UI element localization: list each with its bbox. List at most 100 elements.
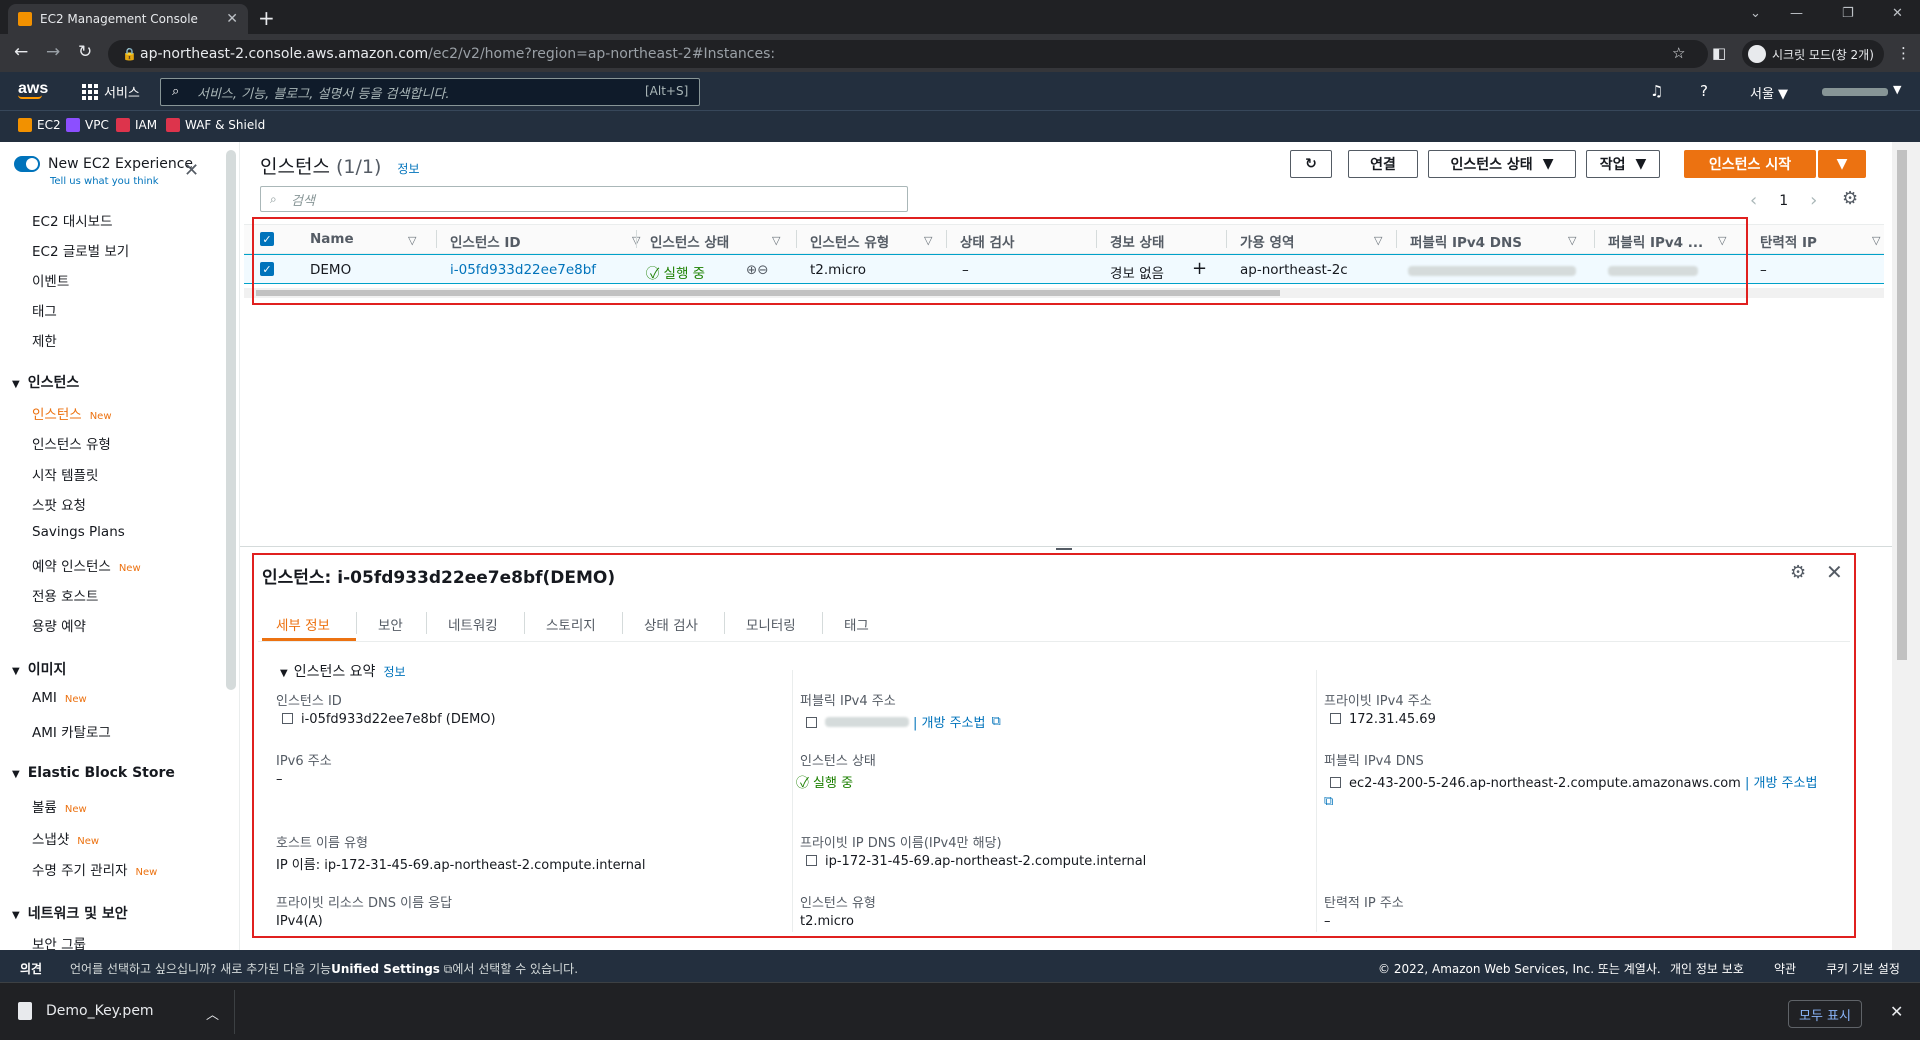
favorite-2[interactable]: IAM: [116, 118, 157, 132]
downloads-close-icon[interactable]: ✕: [1890, 1002, 1903, 1021]
browser-menu-icon[interactable]: ⋮: [1896, 44, 1911, 62]
sidebar-item[interactable]: 전용 호스트: [32, 585, 98, 605]
sidebar-item[interactable]: Savings Plans: [32, 524, 125, 540]
new-experience-label: New EC2 Experience: [48, 156, 194, 172]
column-header[interactable]: 탄력적 IP: [1760, 231, 1817, 251]
close-tab-icon[interactable]: ✕: [226, 11, 238, 27]
url-host: ap-northeast-2.console.aws.amazon.com: [140, 46, 429, 62]
sidebar-item[interactable]: 인스턴스 유형: [32, 433, 111, 453]
services-menu-button[interactable]: 서비스: [82, 82, 140, 101]
sidebar-item-label: 스팟 요청: [32, 497, 86, 514]
forward-icon[interactable]: →: [46, 42, 60, 62]
sort-caret-icon[interactable]: ▽: [1872, 234, 1880, 247]
main-scrollbar-thumb[interactable]: [1897, 150, 1907, 660]
sidebar-item[interactable]: 스팟 요청: [32, 494, 86, 514]
incognito-badge[interactable]: 시크릿 모드(창 2개): [1742, 40, 1884, 68]
url-bar[interactable]: ap-northeast-2.console.aws.amazon.com/ec…: [108, 40, 1708, 68]
sidebar-item[interactable]: 제한: [32, 330, 57, 350]
cookie-preferences-link[interactable]: 쿠키 기본 설정: [1826, 960, 1900, 977]
sidebar-item[interactable]: AMI 카탈로그: [32, 721, 111, 741]
terms-link[interactable]: 약관: [1774, 960, 1796, 977]
minimize-icon[interactable]: —: [1790, 6, 1803, 21]
sidebar-item[interactable]: 태그: [32, 300, 57, 320]
connect-button[interactable]: 연결: [1348, 150, 1418, 178]
bookmark-star-icon[interactable]: ☆: [1672, 44, 1685, 62]
feedback-button[interactable]: 의견: [20, 960, 42, 977]
sidebar-section-ebs[interactable]: ▼ Elastic Block Store: [12, 765, 175, 781]
privacy-link[interactable]: 개인 정보 보호: [1670, 960, 1744, 977]
chevron-down-icon[interactable]: ▼: [1893, 83, 1901, 96]
sidebar-item[interactable]: EC2 글로벌 보기: [32, 240, 129, 260]
service-icon: [66, 118, 80, 132]
caret-down-icon: ▼: [1635, 156, 1647, 172]
file-icon: [18, 1002, 32, 1020]
next-page-icon[interactable]: ›: [1810, 190, 1817, 211]
incognito-icon: [1748, 45, 1766, 63]
prev-page-icon[interactable]: ‹: [1750, 190, 1757, 211]
sidebar-scrollbar[interactable]: [226, 150, 236, 690]
side-panel-icon[interactable]: ◧: [1712, 44, 1726, 62]
sidebar-item-label: 스냅샷: [32, 831, 70, 848]
current-page[interactable]: 1: [1779, 193, 1788, 209]
lock-icon[interactable]: 🔒: [122, 47, 137, 61]
new-badge: New: [64, 694, 87, 705]
restore-icon[interactable]: ❐: [1842, 6, 1854, 21]
window-close-icon[interactable]: ✕: [1892, 6, 1903, 21]
feedback-link[interactable]: Tell us what you think: [50, 176, 159, 187]
notifications-bell-icon[interactable]: ♫: [1650, 82, 1663, 100]
show-all-downloads-button[interactable]: 모두 표시: [1788, 1000, 1862, 1028]
sidebar-section-network[interactable]: ▼ 네트워크 및 보안: [12, 903, 128, 923]
region-selector[interactable]: 서울 ▼: [1750, 83, 1788, 102]
info-link[interactable]: 정보: [397, 162, 419, 176]
sidebar-item-label: 예약 인스턴스: [32, 558, 111, 575]
favorite-0[interactable]: EC2: [18, 118, 61, 132]
divider: [234, 990, 235, 1034]
sidebar-section-images[interactable]: ▼ 이미지: [12, 659, 66, 679]
instances-filter-input[interactable]: 검색: [260, 186, 908, 212]
help-icon[interactable]: ?: [1700, 82, 1708, 100]
launch-dropdown-button[interactable]: ▼: [1818, 150, 1866, 178]
new-tab-icon[interactable]: +: [258, 6, 275, 30]
instance-state-button[interactable]: 인스턴스 상태 ▼: [1428, 150, 1576, 178]
sidebar-item-label: 인스턴스 유형: [32, 437, 111, 454]
aws-logo[interactable]: aws: [18, 80, 48, 99]
new-experience-toggle[interactable]: New EC2 Experience: [14, 156, 193, 172]
sidebar-item-label: 전용 호스트: [32, 588, 99, 605]
favorite-3[interactable]: WAF & Shield: [166, 118, 265, 132]
sidebar-item-label: AMI: [32, 690, 57, 706]
section-label: 이미지: [27, 662, 67, 678]
favorite-1[interactable]: VPC: [66, 118, 109, 132]
download-item[interactable]: Demo_Key.pem: [18, 1002, 154, 1020]
tab-search-icon[interactable]: ⌄: [1750, 6, 1761, 21]
sidebar-item[interactable]: 볼륨 New: [32, 796, 87, 816]
sidebar-item[interactable]: 용량 예약: [32, 615, 86, 635]
sidebar-item[interactable]: 수명 주기 관리자 New: [32, 859, 157, 879]
sidebar-item[interactable]: 인스턴스 New: [32, 403, 112, 423]
back-icon[interactable]: ←: [14, 42, 28, 62]
launch-instances-button[interactable]: 인스턴스 시작: [1684, 150, 1816, 178]
global-search-input[interactable]: 서비스, 기능, 블로그, 설명서 등을 검색합니다.: [160, 78, 700, 106]
sidebar-item[interactable]: 스냅샷 New: [32, 828, 99, 848]
refresh-button[interactable]: ↻: [1290, 150, 1332, 178]
split-drag-handle[interactable]: [1056, 548, 1072, 550]
sidebar-close-icon[interactable]: ✕: [184, 160, 199, 181]
browser-tab[interactable]: EC2 Management Console ✕: [8, 4, 248, 34]
page-title: 인스턴스 (1/1) 정보: [260, 152, 420, 179]
account-menu-redacted[interactable]: [1822, 88, 1888, 96]
sidebar-item[interactable]: 이벤트: [32, 270, 69, 290]
sidebar-section-instances[interactable]: ▼ 인스턴스: [12, 372, 79, 392]
collapse-triangle-icon: ▼: [12, 769, 20, 780]
toggle-switch-icon[interactable]: [14, 156, 40, 172]
instance-state-label: 인스턴스 상태: [1450, 157, 1533, 173]
sidebar-item[interactable]: 시작 템플릿: [32, 464, 98, 484]
chevron-up-icon[interactable]: ︿: [206, 1004, 219, 1023]
launch-label: 인스턴스 시작: [1708, 157, 1792, 173]
sidebar-item[interactable]: EC2 대시보드: [32, 210, 113, 230]
sidebar-item[interactable]: AMI New: [32, 690, 87, 706]
table-preferences-gear-icon[interactable]: ⚙: [1842, 188, 1858, 209]
unified-settings-link[interactable]: Unified Settings: [331, 962, 440, 976]
actions-button[interactable]: 작업 ▼: [1586, 150, 1660, 178]
sidebar-item[interactable]: 예약 인스턴스 New: [32, 555, 141, 575]
favorites-bar: [0, 110, 1920, 142]
reload-icon[interactable]: ↻: [78, 42, 92, 62]
